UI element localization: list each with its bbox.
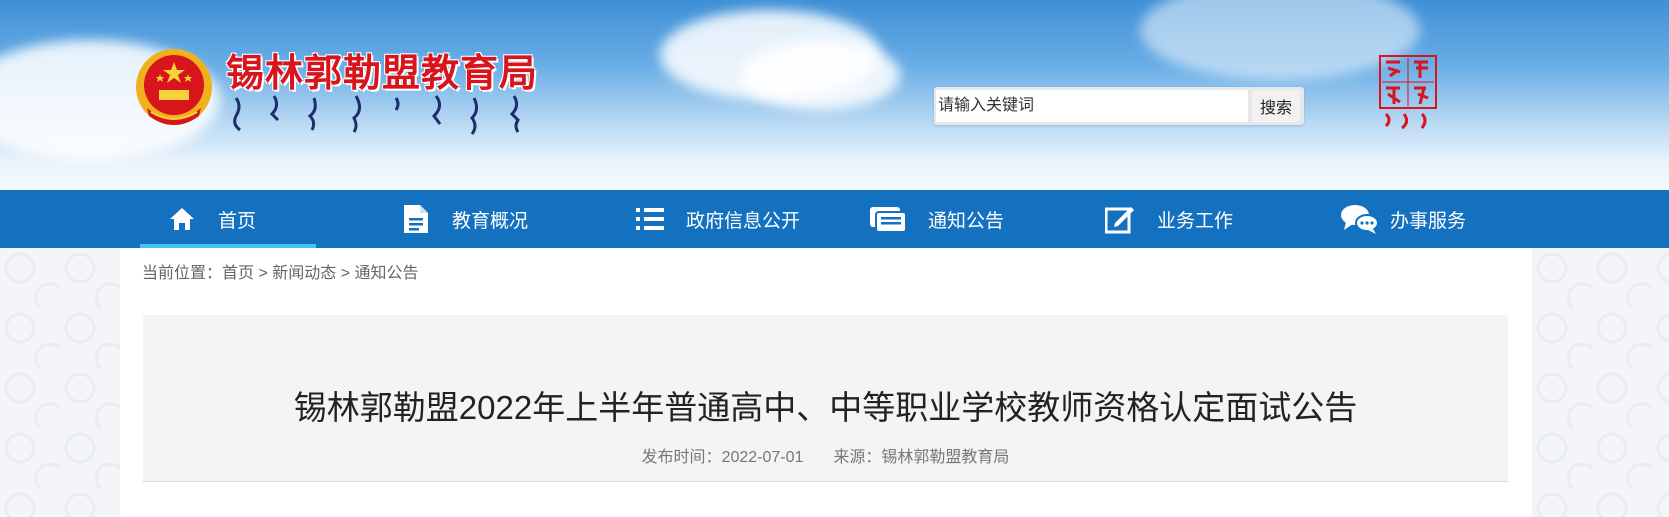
article-header: 锡林郭勒盟2022年上半年普通高中、中等职业学校教师资格认定面试公告 发布时间：… — [143, 315, 1508, 482]
article-title: 锡林郭勒盟2022年上半年普通高中、中等职业学校教师资格认定面试公告 — [293, 389, 1358, 426]
seal-logo — [1379, 55, 1437, 130]
breadcrumb-prefix: 当前位置： — [142, 265, 223, 282]
breadcrumb-notices[interactable]: 通知公告 — [355, 265, 419, 282]
breadcrumb-separator: > — [254, 265, 273, 282]
list-icon — [636, 208, 664, 230]
publish-date: 2022-07-01 — [721, 449, 804, 466]
national-emblem-icon — [136, 49, 212, 125]
edit-icon — [1105, 207, 1134, 234]
source-label: 来源： — [833, 449, 882, 466]
nav-item-education-overview[interactable]: 教育概况 — [402, 190, 528, 248]
left-pattern-decoration — [0, 248, 120, 517]
search-box: 搜索 — [934, 87, 1304, 125]
site-header: 锡林郭勒盟教育局 搜索 — [0, 0, 1669, 190]
source-value: 锡林郭勒盟教育局 — [881, 449, 1010, 466]
nav-item-gov-info[interactable]: 政府信息公开 — [636, 190, 800, 248]
notice-icon — [870, 207, 906, 233]
site-title: 锡林郭勒盟教育局 — [226, 50, 539, 95]
nav-item-home[interactable]: 首页 — [140, 190, 316, 248]
nav-label-business: 业务工作 — [1157, 210, 1234, 232]
main-content: 当前位置：首页 > 新闻动态 > 通知公告 锡林郭勒盟2022年上半年普通高中、… — [120, 248, 1532, 517]
breadcrumb-separator: > — [336, 265, 355, 282]
main-nav: 首页 教育概况 政府信息公开 通知公告 业务工作 办事服务 — [0, 190, 1669, 248]
mongolian-script-logo — [233, 95, 520, 135]
breadcrumb-home[interactable]: 首页 — [222, 265, 254, 282]
nav-label-home: 首页 — [218, 210, 257, 232]
nav-label-notices: 通知公告 — [928, 210, 1005, 232]
chat-icon — [1341, 205, 1379, 234]
cloud-decoration — [740, 40, 900, 110]
article-meta: 发布时间：2022-07-01 来源：锡林郭勒盟教育局 — [143, 443, 1508, 467]
search-input[interactable] — [936, 90, 1248, 122]
right-pattern-decoration — [1532, 248, 1669, 517]
nav-label-gov-info: 政府信息公开 — [686, 210, 801, 232]
nav-item-notices[interactable]: 通知公告 — [870, 190, 1004, 248]
search-button[interactable]: 搜索 — [1252, 90, 1300, 122]
nav-label-education-overview: 教育概况 — [452, 210, 529, 232]
home-icon — [170, 208, 194, 230]
document-icon — [404, 205, 428, 233]
nav-item-services[interactable]: 办事服务 — [1340, 190, 1466, 248]
nav-label-services: 办事服务 — [1390, 210, 1467, 232]
publish-label: 发布时间： — [641, 449, 722, 466]
breadcrumb: 当前位置：首页 > 新闻动态 > 通知公告 — [142, 259, 419, 283]
nav-item-business[interactable]: 业务工作 — [1105, 190, 1233, 248]
breadcrumb-news[interactable]: 新闻动态 — [272, 265, 336, 282]
